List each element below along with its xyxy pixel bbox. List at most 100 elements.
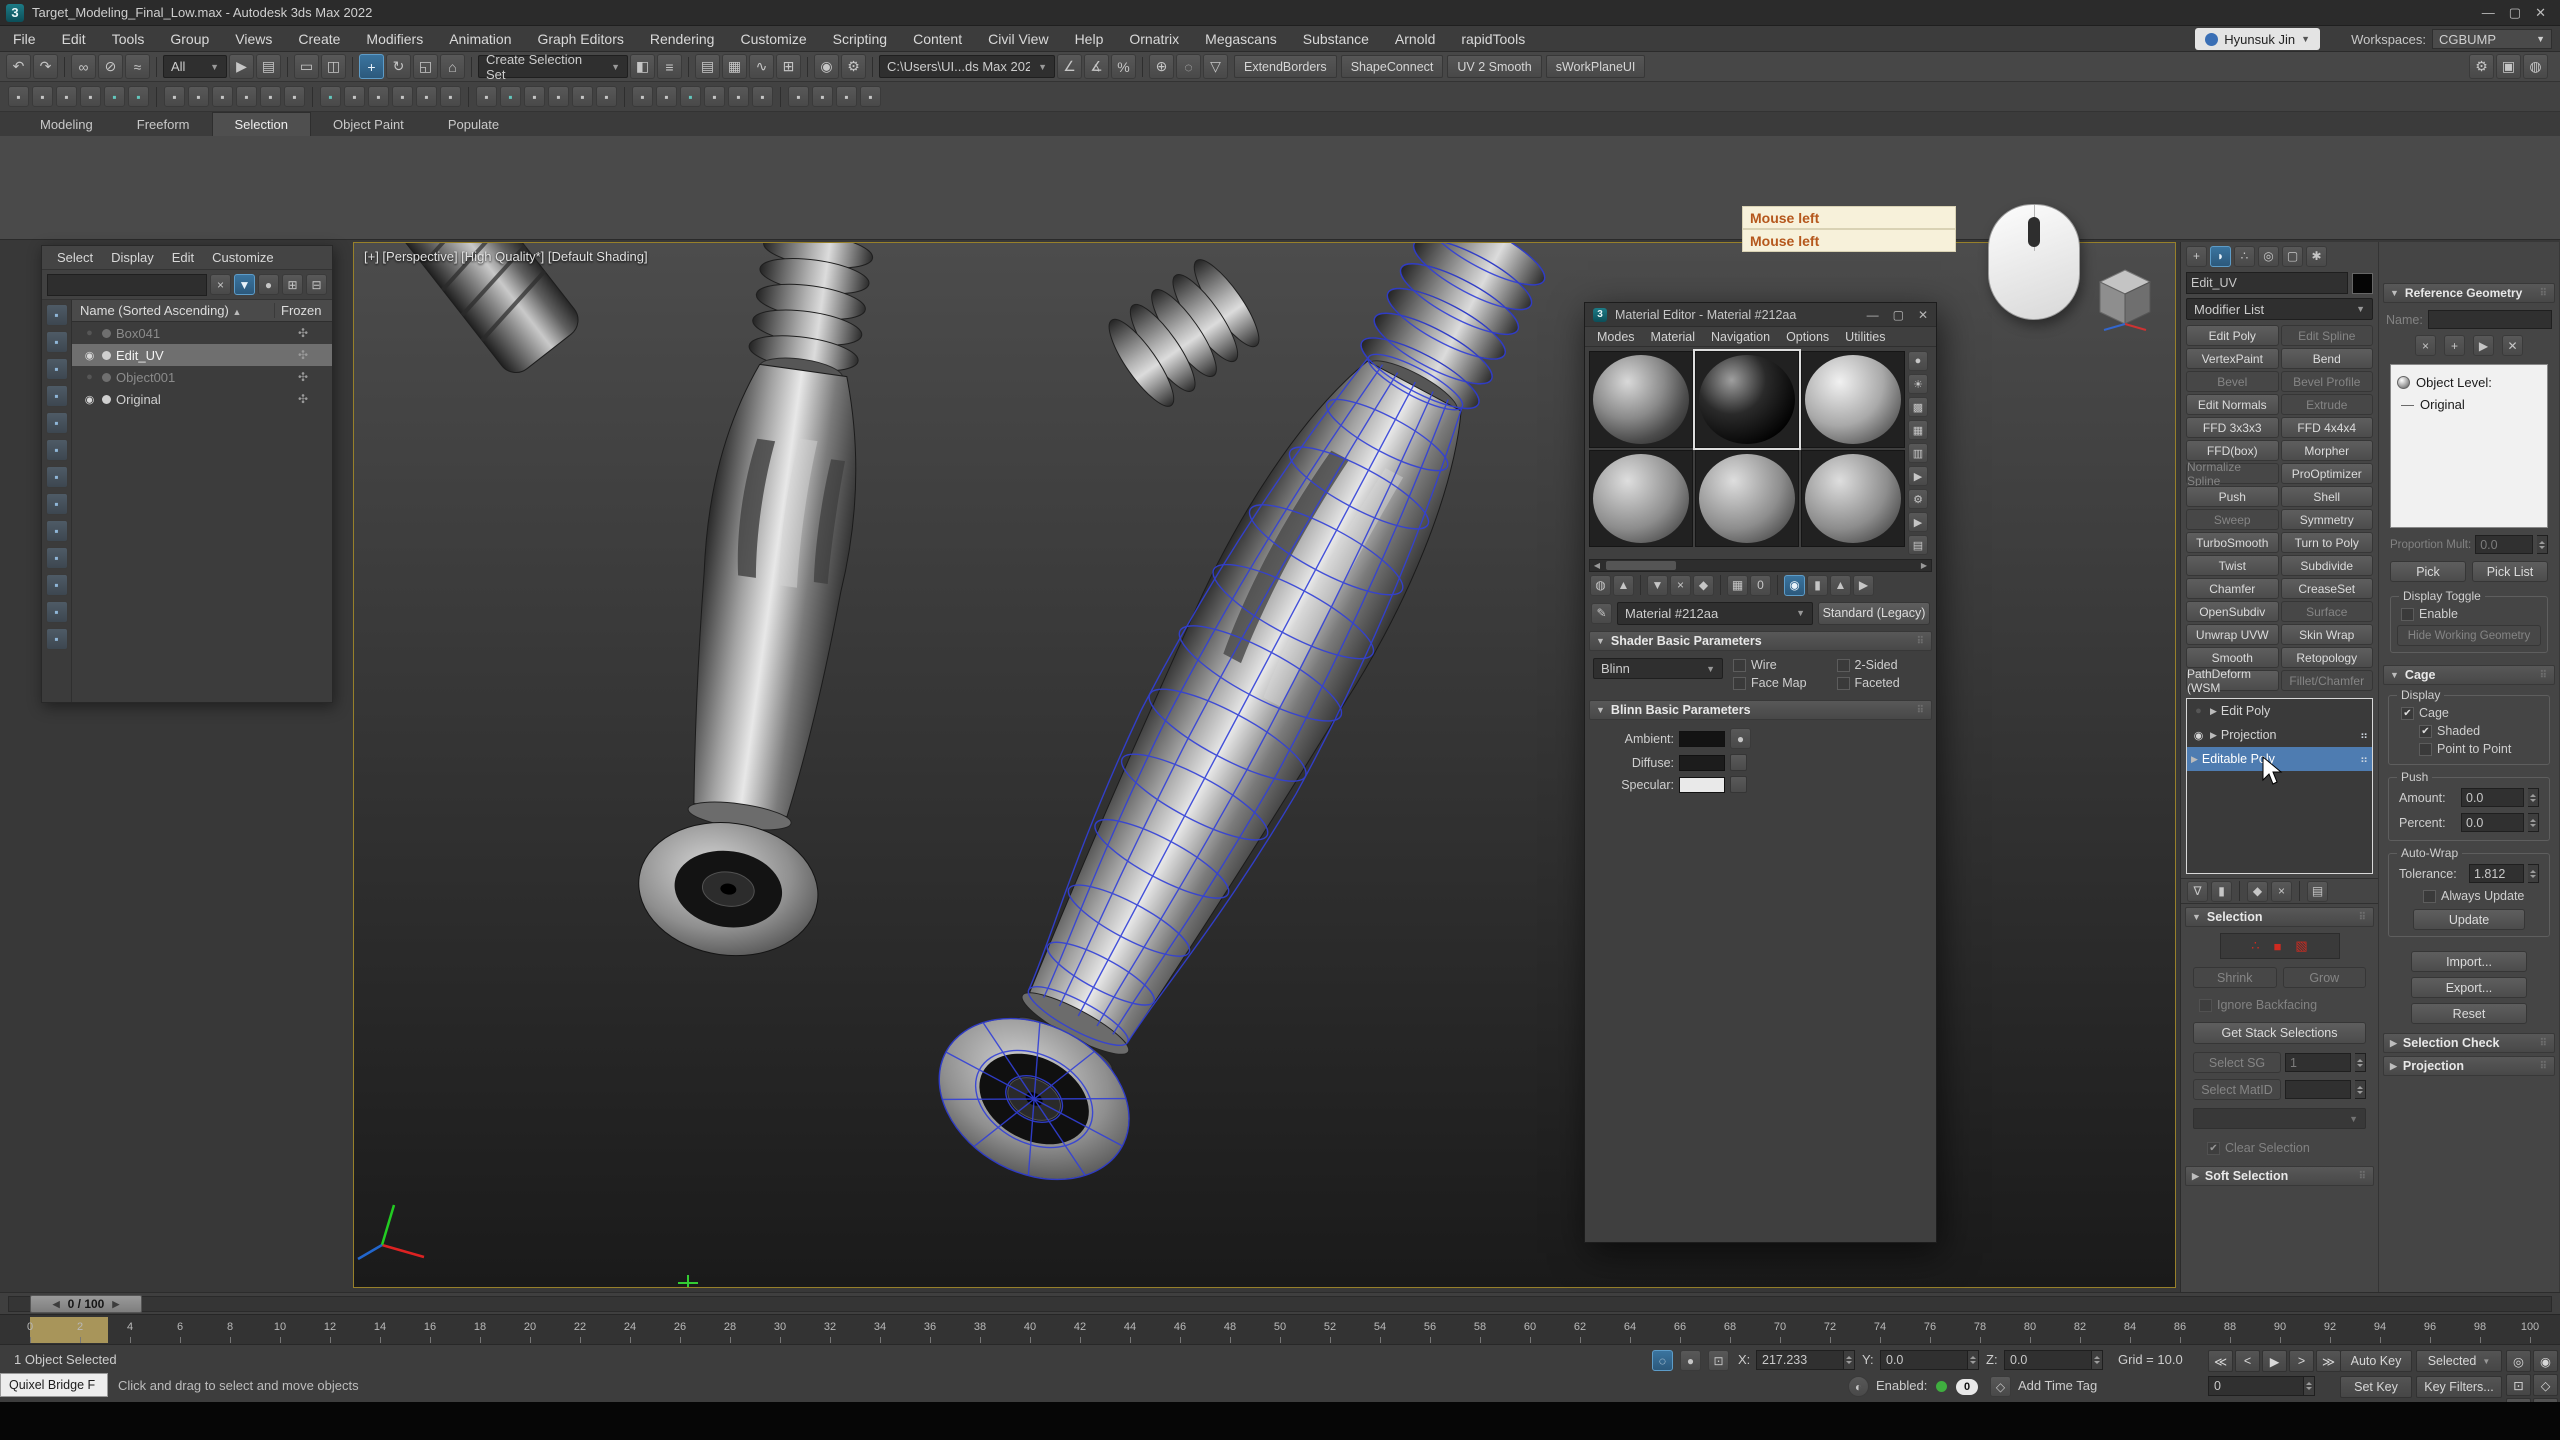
scene-object-row[interactable]: ●Box041✣ (72, 322, 332, 344)
modeling-tool-icon[interactable]: ▪ (812, 86, 833, 107)
expand-icon[interactable]: ▶ (2210, 730, 2217, 741)
modifier-stack-item[interactable]: ◉▶Projection⠶ (2187, 723, 2372, 747)
matid-field[interactable] (2285, 1080, 2351, 1099)
me-menu-options[interactable]: Options (1778, 330, 1837, 344)
pick-button[interactable]: Pick (2390, 561, 2466, 582)
proportion-mult-field[interactable]: 0.0 (2475, 535, 2533, 554)
eye-hidden-icon[interactable]: ● (2191, 705, 2206, 717)
redo-icon[interactable]: ↷ (33, 54, 58, 79)
scene-object-row[interactable]: ●Object001✣ (72, 366, 332, 388)
frozen-toggle-icon[interactable]: ✣ (274, 326, 332, 340)
shaded-checkbox[interactable]: ✔ (2419, 725, 2432, 738)
modeling-tool-icon[interactable]: ▪ (752, 86, 773, 107)
selection-filter-select[interactable]: All ▼ (163, 55, 227, 78)
hierarchy-tab-icon[interactable]: ∴ (2234, 246, 2255, 267)
modeling-tool-icon[interactable]: ▪ (32, 86, 53, 107)
zero-badge[interactable]: 0 (1956, 1379, 1978, 1395)
modeling-tool-icon[interactable]: ▪ (392, 86, 413, 107)
element-sub-icon[interactable]: ▧ (2295, 938, 2307, 954)
modeling-tool-icon[interactable]: ▪ (236, 86, 257, 107)
show-end-result-icon[interactable]: ▮ (1807, 575, 1828, 596)
configure-modifier-sets-icon[interactable]: ▤ (2307, 881, 2328, 902)
rectangular-selection-icon[interactable]: ▭ (294, 54, 319, 79)
eye-hidden-icon[interactable]: ● (82, 371, 97, 383)
close-icon[interactable]: ✕ (1918, 308, 1928, 322)
previous-frame-icon[interactable]: ◀ (53, 1299, 60, 1310)
pin-stack-icon[interactable]: ∇ (2187, 881, 2208, 902)
create-tab-icon[interactable]: + (2186, 246, 2207, 267)
material-sample-slot[interactable] (1589, 450, 1693, 547)
play-icon[interactable]: ▶ (2262, 1350, 2287, 1372)
scroll-left-icon[interactable]: ◀ (1590, 561, 1604, 570)
specular-map-button[interactable] (1730, 776, 1747, 793)
ambient-color-swatch[interactable] (1679, 731, 1725, 747)
modeling-tool-icon[interactable]: ▪ (320, 86, 341, 107)
modeling-tool-icon[interactable]: ▪ (260, 86, 281, 107)
modeling-tool-icon[interactable]: ▪ (80, 86, 101, 107)
account-button[interactable]: Hyunsuk Jin ▼ (2195, 28, 2320, 50)
clear-ref-icon[interactable]: ✕ (2502, 335, 2523, 356)
sg-field[interactable]: 1 (2285, 1053, 2351, 1072)
display-frozen-icon[interactable]: ▪ (46, 628, 68, 650)
sg-spinner[interactable] (2355, 1053, 2366, 1072)
modeling-tool-icon[interactable]: ▪ (548, 86, 569, 107)
modeling-tool-icon[interactable]: ▪ (500, 86, 521, 107)
script-button-shapeconnect[interactable]: ShapeConnect (1341, 55, 1444, 78)
add-ref-icon[interactable]: + (2444, 335, 2465, 356)
window-crossing-icon[interactable]: ◫ (321, 54, 346, 79)
import-button[interactable]: Import... (2411, 951, 2527, 972)
auto-key-button[interactable]: Auto Key (2340, 1350, 2412, 1372)
pick-list-button[interactable]: Pick List (2472, 561, 2548, 582)
get-stack-selections-button[interactable]: Get Stack Selections (2193, 1022, 2366, 1044)
display-geometry-icon[interactable]: ▪ (46, 331, 68, 353)
display-lights-icon[interactable]: ▪ (46, 385, 68, 407)
render-setup-icon[interactable]: ⚙ (2469, 54, 2494, 79)
material-editor-titlebar[interactable]: 3 Material Editor - Material #212aa — ▢ … (1585, 303, 1936, 327)
render-setup-icon[interactable]: ⚙ (841, 54, 866, 79)
filter-icon[interactable]: ▼ (234, 274, 255, 295)
push-amount-spinner[interactable] (2528, 788, 2539, 807)
script-button-sworkplaneui[interactable]: sWorkPlaneUI (1546, 55, 1646, 78)
display-spacewarps-icon[interactable]: ▪ (46, 466, 68, 488)
modifier-button-surface[interactable]: Surface (2281, 601, 2374, 622)
assign-material-icon[interactable]: ▼ (1647, 575, 1668, 596)
zoom-all-icon[interactable]: ◉ (2533, 1350, 2558, 1372)
smoothing-group-dropdown[interactable]: ▼ (2193, 1108, 2366, 1129)
sample-type-icon[interactable]: ● (1908, 351, 1928, 371)
reference-list[interactable]: Object Level: —Original (2390, 364, 2548, 528)
menubar-item-rapidtools[interactable]: rapidTools (1448, 26, 1538, 52)
rollout-selection[interactable]: ▼Selection⠿ (2185, 907, 2374, 927)
x-coordinate-field[interactable]: 217.233 (1756, 1350, 1844, 1370)
menubar-item-rendering[interactable]: Rendering (637, 26, 728, 52)
shrink-button[interactable]: Shrink (2193, 967, 2277, 988)
maximize-icon[interactable]: ▢ (2509, 5, 2521, 21)
expand-all-icon[interactable]: ⊞ (282, 274, 303, 295)
tolerance-spinner[interactable] (2528, 864, 2539, 883)
put-material-icon[interactable]: ▲ (1613, 575, 1634, 596)
scroll-right-icon[interactable]: ▶ (1917, 561, 1931, 570)
explorer-menu-edit[interactable]: Edit (163, 250, 203, 265)
select-and-place-icon[interactable]: ⌂ (440, 54, 465, 79)
modifier-list-dropdown[interactable]: Modifier List ▼ (2186, 298, 2373, 320)
push-percent-field[interactable]: 0.0 (2461, 813, 2524, 832)
matid-spinner[interactable] (2355, 1080, 2366, 1099)
modifier-stack-item[interactable]: ●▶Edit Poly (2187, 699, 2372, 723)
modifier-button-extrude[interactable]: Extrude (2281, 394, 2374, 415)
time-slider-track[interactable] (8, 1296, 2552, 1312)
modifier-button-edit-spline[interactable]: Edit Spline (2281, 325, 2374, 346)
clear-selection-checkbox[interactable]: ✔ (2207, 1142, 2220, 1155)
push-amount-field[interactable]: 0.0 (2461, 788, 2524, 807)
display-tab-icon[interactable]: ▢ (2282, 246, 2303, 267)
menubar-item-civil-view[interactable]: Civil View (975, 26, 1061, 52)
eye-hidden-icon[interactable]: ● (82, 327, 97, 339)
z-coordinate-field[interactable]: 0.0 (2004, 1350, 2092, 1370)
get-material-icon[interactable]: ◍ (1590, 575, 1611, 596)
pick-ref-icon[interactable]: ▶ (2473, 335, 2494, 356)
script-button-extendborders[interactable]: ExtendBorders (1234, 55, 1337, 78)
unlink-selection-icon[interactable]: ⊘ (98, 54, 123, 79)
clear-search-icon[interactable]: × (210, 274, 231, 295)
maximize-icon[interactable]: ▢ (1893, 308, 1904, 322)
display-groups-icon[interactable]: ▪ (46, 547, 68, 569)
menubar-item-graph-editors[interactable]: Graph Editors (524, 26, 636, 52)
lock-icon[interactable]: ● (258, 274, 279, 295)
